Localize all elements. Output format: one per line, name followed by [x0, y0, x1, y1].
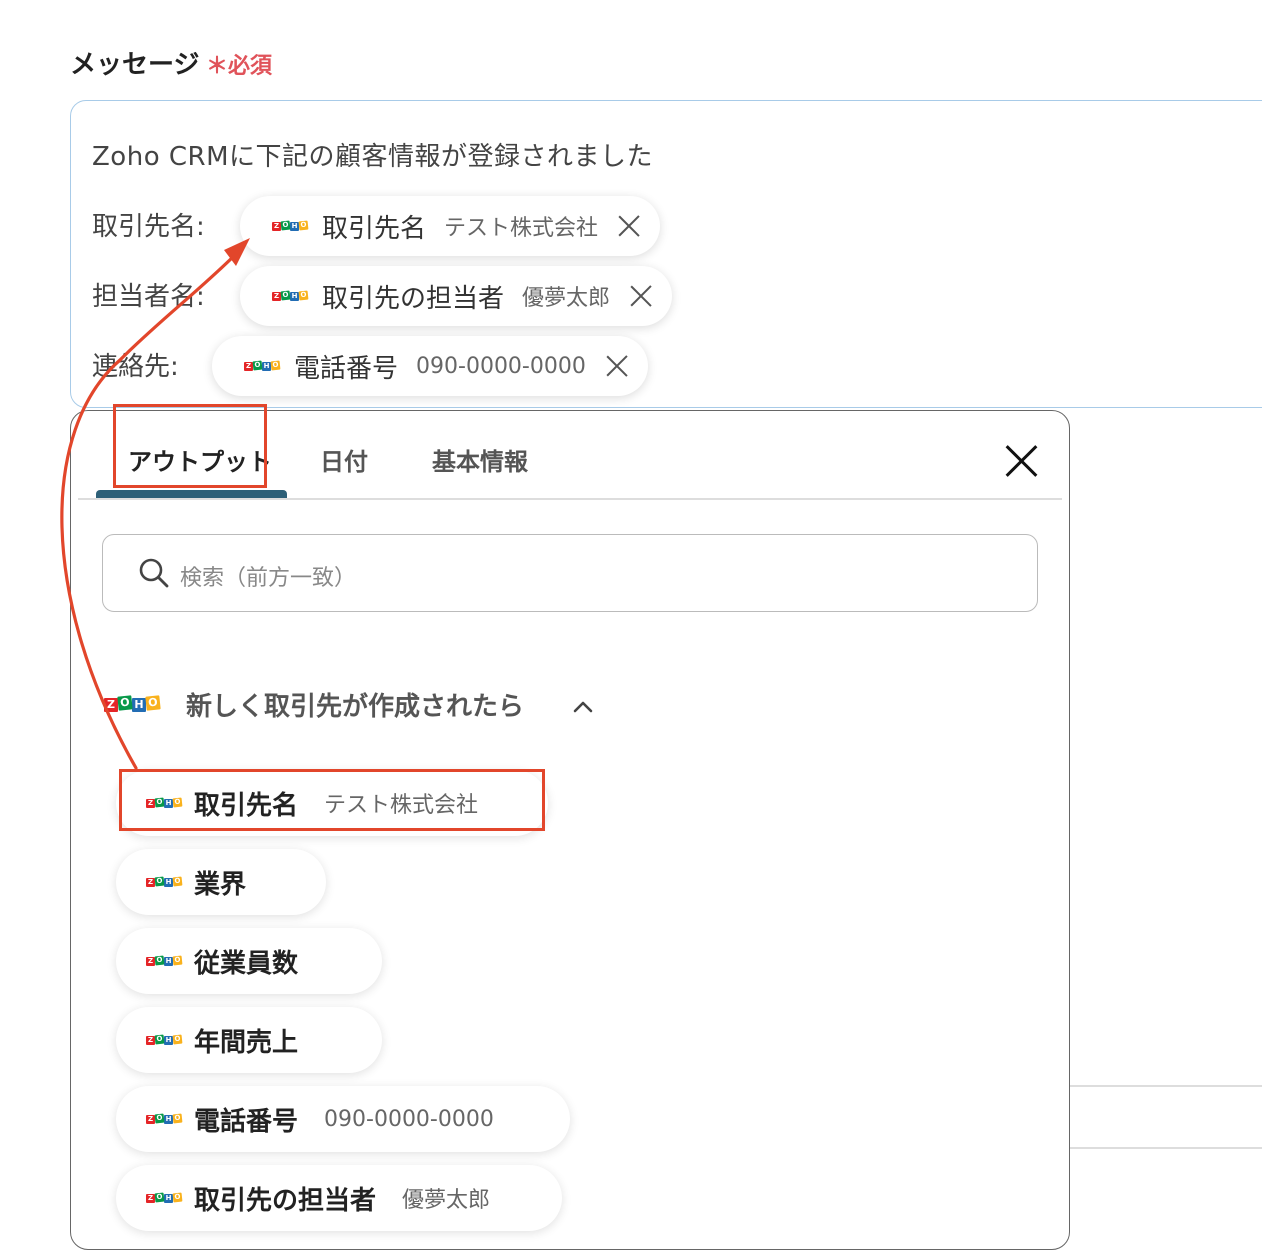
arrow-annotation — [60, 238, 250, 770]
